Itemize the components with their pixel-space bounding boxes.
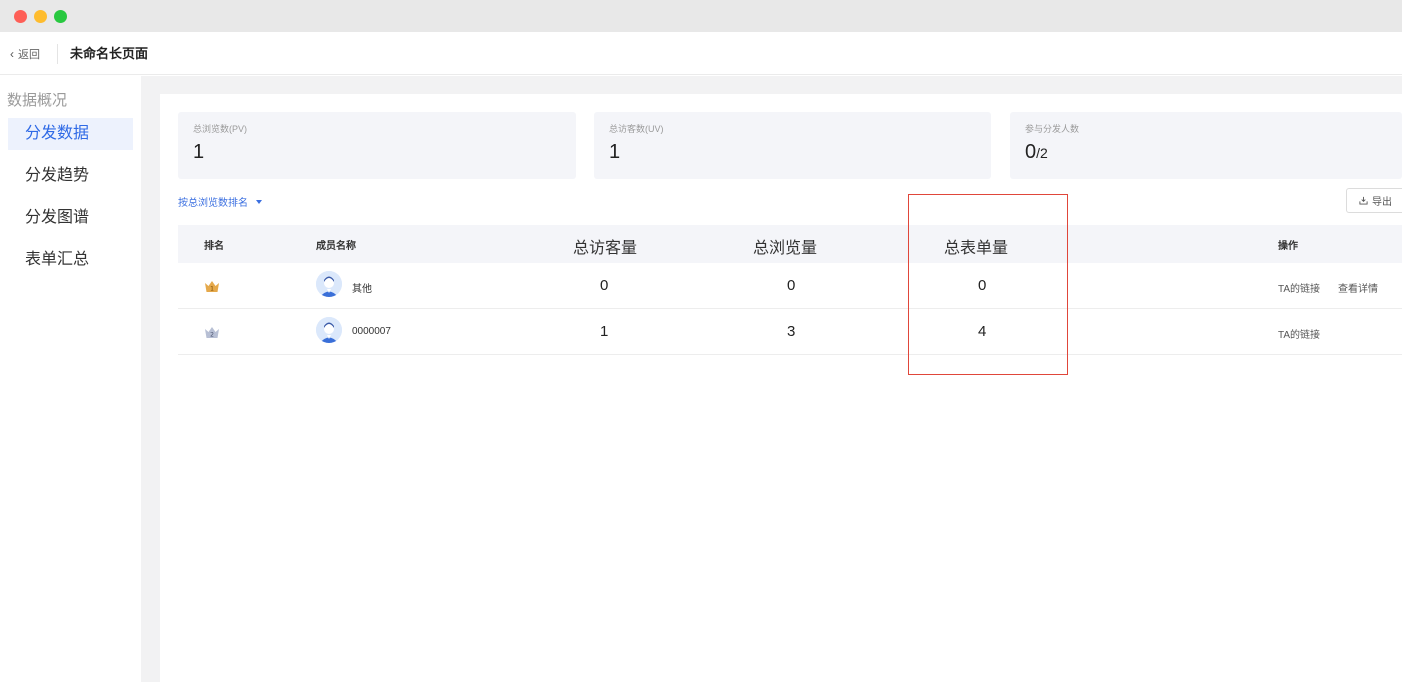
avatar [316,271,342,297]
chevron-left-icon: ‹ [10,47,14,61]
column-header-forms: 总表单量 [944,240,1009,257]
rank-number: 1 [210,286,214,293]
column-header-views: 总浏览量 [753,240,818,257]
visitors-value: 1 [600,323,609,340]
export-label: 导出 [1372,197,1392,208]
stat-value-denominator: /2 [1036,145,1048,161]
app-header: ‹ 返回 未命名长页面 [0,32,1402,75]
stat-value: 1 [193,141,205,163]
stat-label: 参与分发人数 [1025,124,1080,134]
content-card [160,94,1402,682]
user-avatar-icon [316,271,342,297]
maximize-window-button[interactable] [54,10,67,23]
table-header: 排名 成员名称 总访客量 总浏览量 总表单量 操作 [178,225,1402,263]
forms-value: 4 [978,323,987,340]
download-icon [1359,196,1368,205]
stat-participants: 参与分发人数 0/2 [1010,112,1402,179]
column-header-actions: 操作 [1278,241,1298,252]
rank-number: 2 [210,332,214,339]
table-row: 1 其他 0 0 0 TA的链接 查看详情 [178,263,1402,309]
stat-value-numerator: 0 [1025,141,1037,163]
ta-link-button[interactable]: TA的链接 [1278,280,1320,295]
sidebar-item-label: 分发趋势 [25,167,90,184]
stat-label: 总访客数(UV) [609,124,664,134]
member-name: 0000007 [352,326,391,337]
sidebar-item-distribution-graph[interactable]: 分发图谱 [8,202,133,234]
views-value: 3 [787,323,796,340]
silver-crown-icon: 2 [205,327,219,339]
views-value: 0 [787,277,796,294]
sidebar-item-label: 表单汇总 [25,251,90,268]
ta-link-button[interactable]: TA的链接 [1278,326,1320,341]
stat-value: 1 [609,141,621,163]
export-button[interactable]: 导出 [1346,188,1402,213]
stat-total-pv: 总浏览数(PV) 1 [178,112,576,179]
stat-label: 总浏览数(PV) [193,124,248,134]
view-details-button[interactable]: 查看详情 [1338,280,1378,295]
page-title: 未命名长页面 [70,46,149,61]
window-titlebar [0,0,1402,32]
member-name: 其他 [352,284,372,295]
sidebar-item-label: 分发图谱 [25,209,90,226]
stat-value: 0/2 [1025,140,1048,165]
visitors-value: 0 [600,277,609,294]
column-header-member: 成员名称 [316,241,356,252]
caret-down-icon [256,199,262,204]
sidebar-item-distribution-trend[interactable]: 分发趋势 [8,160,133,192]
minimize-window-button[interactable] [34,10,47,23]
sidebar-section-title: 数据概况 [7,92,68,109]
sidebar-item-form-summary[interactable]: 表单汇总 [8,244,133,276]
header-divider [57,44,58,64]
gold-crown-icon: 1 [205,281,219,293]
stat-total-uv: 总访客数(UV) 1 [594,112,991,179]
back-button[interactable]: ‹ 返回 [10,46,40,62]
avatar [316,317,342,343]
sidebar: 数据概况 分发数据 分发趋势 分发图谱 表单汇总 [0,76,141,682]
sort-dropdown[interactable]: 按总浏览数排名 [178,194,262,209]
sidebar-item-label: 分发数据 [25,125,90,142]
column-header-visitors: 总访客量 [573,240,638,257]
back-label: 返回 [18,49,40,61]
table-row: 2 0000007 1 3 4 TA的链接 [178,309,1402,355]
close-window-button[interactable] [14,10,27,23]
user-avatar-icon [316,317,342,343]
column-header-rank: 排名 [204,241,224,252]
sort-label: 按总浏览数排名 [178,198,248,209]
sidebar-item-distribution-data[interactable]: 分发数据 [8,118,133,150]
forms-value: 0 [978,277,987,294]
